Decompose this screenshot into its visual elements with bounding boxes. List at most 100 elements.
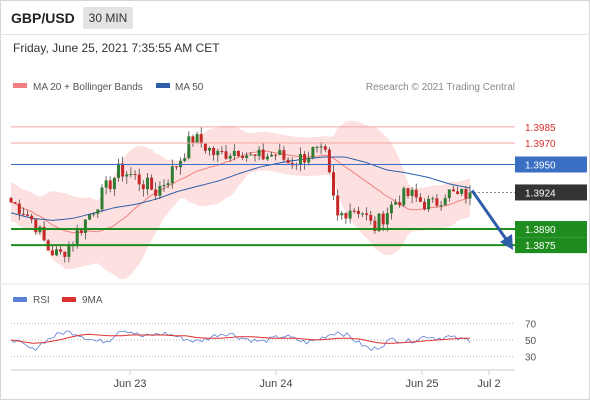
candle-body — [63, 251, 67, 257]
x-tick-label: Jun 25 — [405, 378, 438, 390]
candle-body — [381, 213, 385, 225]
candle-body — [356, 210, 360, 214]
candle-body — [352, 210, 356, 212]
resistance-label: 1.3985 — [525, 123, 556, 134]
candle-body — [183, 158, 187, 161]
candle-body — [261, 149, 265, 160]
candle-body — [92, 213, 96, 215]
candle-body — [249, 154, 253, 156]
x-tick-label: Jun 24 — [259, 378, 292, 390]
candle-body — [212, 148, 216, 156]
candle-body — [332, 172, 335, 196]
ma50-legend-label: MA 50 — [175, 82, 204, 93]
candle-body — [439, 205, 443, 207]
candle-body — [162, 185, 166, 187]
candle-body — [385, 213, 389, 225]
rsi-layer: 70 50 30 — [10, 319, 537, 364]
candle-body — [299, 154, 302, 165]
candle-body — [402, 188, 406, 206]
candle-body — [34, 219, 38, 233]
candle-body — [464, 189, 468, 199]
candle-body — [137, 174, 141, 185]
bollinger-band — [11, 120, 470, 280]
forecast-arrow-head — [500, 234, 513, 250]
candle-body — [191, 136, 195, 143]
candle-body — [443, 198, 447, 206]
candle-body — [336, 195, 340, 216]
rsi-tick-label: 30 — [525, 353, 537, 364]
candle-body — [67, 244, 71, 257]
candle-body — [50, 250, 54, 256]
candle-body — [166, 183, 170, 185]
candle-body — [187, 136, 191, 159]
candle-body — [311, 147, 315, 158]
candle-body — [406, 188, 410, 196]
candle-body — [278, 150, 282, 155]
candle-body — [418, 197, 422, 202]
candle-body — [414, 189, 418, 198]
resistance-label: 1.3970 — [525, 139, 556, 150]
candle-body — [427, 198, 431, 210]
candle-body — [83, 219, 87, 233]
candle-body — [55, 249, 58, 256]
candle-body — [245, 155, 249, 158]
candle-body — [468, 192, 472, 199]
candle-body — [236, 150, 240, 156]
candle-body — [265, 156, 269, 160]
candle-body — [274, 154, 278, 156]
candle-body — [319, 146, 323, 148]
candle-body — [108, 180, 112, 190]
candle-body — [389, 204, 393, 214]
pivot-label: 1.3950 — [525, 161, 556, 172]
candle-body — [133, 174, 137, 175]
candle-body — [456, 191, 460, 194]
x-tick-label: Jul 2 — [477, 378, 500, 390]
candle-body — [216, 150, 220, 156]
candle-body — [21, 213, 25, 215]
ma50-legend-swatch — [156, 83, 170, 88]
candle-body — [398, 202, 402, 206]
candle-body — [121, 163, 125, 177]
rsi-legend-swatch — [13, 297, 27, 302]
rsi-line — [10, 330, 471, 351]
candle-body — [224, 151, 228, 159]
candle-body — [348, 210, 352, 219]
candle-body — [79, 230, 83, 233]
current-price-label: 1.3924 — [525, 188, 556, 199]
candle-body — [100, 187, 104, 210]
candle-body — [232, 150, 236, 156]
forecast-arrow-shaft — [470, 189, 510, 243]
candle-body — [75, 230, 79, 244]
candle-body — [141, 184, 145, 190]
candle-body — [129, 174, 133, 175]
candle-body — [365, 213, 369, 215]
x-axis-labels: Jun 23 Jun 24 Jun 25 Jul 2 — [113, 370, 501, 390]
rsi-tick-label: 70 — [525, 319, 537, 330]
candle-body — [208, 148, 211, 151]
rsi-tick-label: 50 — [525, 336, 537, 347]
candle-body — [286, 159, 290, 163]
rsi-ma-legend-label: 9MA — [82, 295, 103, 306]
candle-body — [241, 156, 245, 158]
candle-body — [228, 155, 232, 159]
candle-body — [369, 215, 373, 221]
support-label: 1.3875 — [525, 241, 556, 252]
candle-body — [253, 154, 257, 156]
bollinger-legend-label: MA 20 + Bollinger Bands — [33, 82, 143, 93]
bollinger-legend-swatch — [13, 83, 27, 88]
candle-body — [199, 134, 203, 144]
candle-body — [17, 203, 21, 214]
candle-body — [9, 198, 13, 203]
x-tick-label: Jun 23 — [113, 378, 146, 390]
support-label: 1.3890 — [525, 225, 556, 236]
candle-body — [431, 198, 435, 200]
rsi-ma-legend-swatch — [62, 297, 76, 302]
candle-body — [323, 146, 327, 150]
price-chart: MA 20 + Bollinger Bands MA 50 Research ©… — [0, 82, 590, 390]
candle-body — [361, 213, 364, 215]
candle-body — [423, 201, 426, 210]
candle-body — [125, 174, 129, 177]
candle-body — [26, 214, 29, 216]
candle-body — [307, 157, 311, 163]
candle-body — [435, 198, 439, 206]
